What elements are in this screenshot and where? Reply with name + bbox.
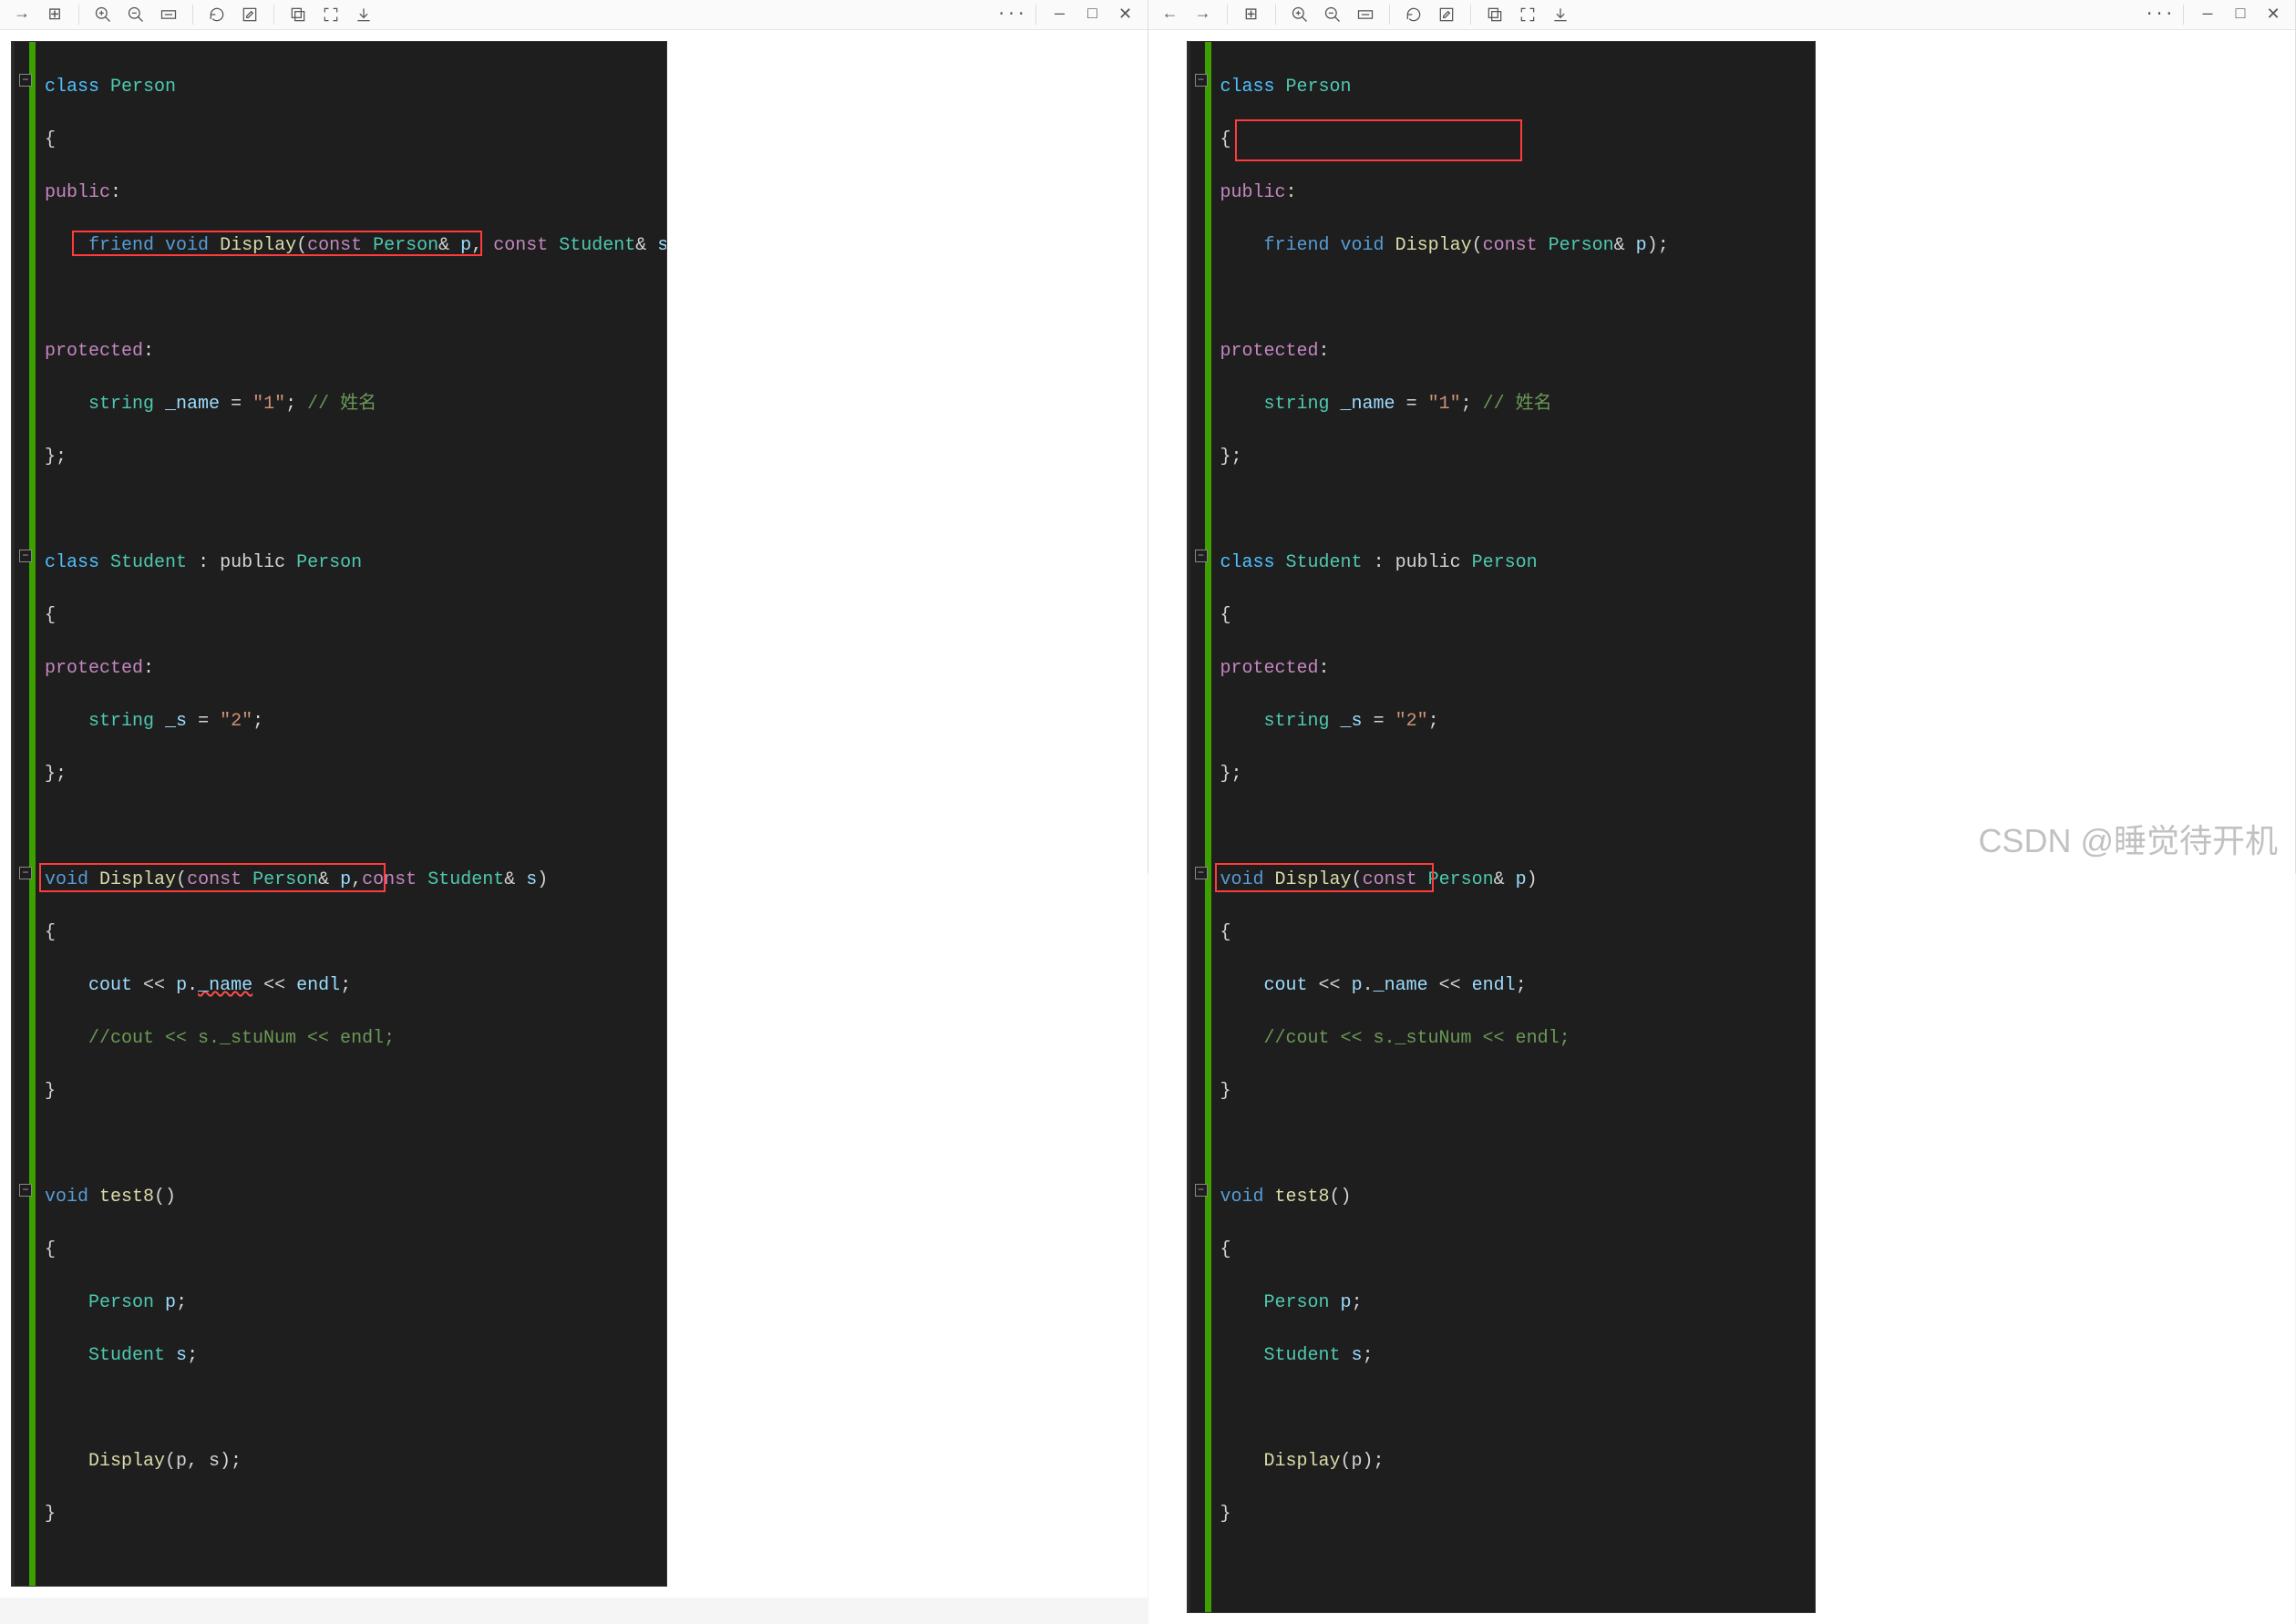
forward-icon[interactable]: →: [7, 0, 36, 29]
left-pane: → ⊞ ··· — □ ✕ −class Person { public: fr…: [0, 0, 1148, 873]
separator: [1389, 5, 1390, 25]
separator: [1275, 5, 1276, 25]
code-content-right: −class Person { public: friend void Disp…: [1211, 42, 1815, 1612]
code-editor-left[interactable]: −class Person { public: friend void Disp…: [11, 41, 667, 1587]
fullscreen-icon[interactable]: [1513, 0, 1542, 29]
friend-declaration-left: friend void Display(const Person& p, con…: [45, 232, 667, 259]
maximize-icon[interactable]: □: [1078, 0, 1107, 29]
toolbar-left: → ⊞ ··· — □ ✕: [0, 0, 1148, 30]
back-icon[interactable]: ←: [1156, 0, 1185, 29]
separator: [2183, 5, 2184, 25]
display-definition-left: −void Display(const Person& p,const Stud…: [45, 867, 667, 893]
separator: [1470, 5, 1471, 25]
editor-container-right: −class Person { public: friend void Disp…: [1148, 30, 2296, 1624]
code-editor-right[interactable]: −class Person { public: friend void Disp…: [1187, 41, 1816, 1613]
forward-icon[interactable]: →: [1189, 0, 1218, 29]
fullscreen-icon[interactable]: [316, 0, 345, 29]
more-icon[interactable]: ···: [997, 0, 1026, 29]
minimize-icon[interactable]: —: [2193, 0, 2222, 29]
separator: [78, 5, 79, 25]
friend-declaration-right: friend void Display(const Person& p);: [1220, 232, 1811, 259]
copy-icon[interactable]: [1480, 0, 1509, 29]
zoom-in-icon[interactable]: [88, 0, 118, 29]
close-icon[interactable]: ✕: [1111, 0, 1140, 29]
rotate-icon[interactable]: [1399, 0, 1428, 29]
rotate-icon[interactable]: [202, 0, 232, 29]
edit-icon[interactable]: [235, 0, 264, 29]
more-icon[interactable]: ···: [2145, 0, 2174, 29]
close-icon[interactable]: ✕: [2259, 0, 2288, 29]
maximize-icon[interactable]: □: [2226, 0, 2255, 29]
code-content-left: −class Person { public: friend void Disp…: [36, 42, 667, 1586]
display-definition-right: −void Display(const Person& p): [1220, 867, 1811, 893]
zoom-out-icon[interactable]: [121, 0, 150, 29]
separator: [1035, 5, 1036, 25]
grid-icon[interactable]: ⊞: [1237, 0, 1266, 29]
separator: [1227, 5, 1228, 25]
minimize-icon[interactable]: —: [1045, 0, 1075, 29]
copy-icon[interactable]: [283, 0, 313, 29]
download-icon[interactable]: [1546, 0, 1575, 29]
separator: [273, 5, 274, 25]
toolbar-right: ← → ⊞ ··· — □ ✕: [1148, 0, 2296, 30]
zoom-out-icon[interactable]: [1318, 0, 1347, 29]
fit-width-icon[interactable]: [1351, 0, 1380, 29]
download-icon[interactable]: [349, 0, 378, 29]
separator: [192, 5, 193, 25]
zoom-in-icon[interactable]: [1285, 0, 1314, 29]
fit-width-icon[interactable]: [154, 0, 183, 29]
editor-container-left: −class Person { public: friend void Disp…: [0, 30, 1148, 1598]
grid-icon[interactable]: ⊞: [40, 0, 69, 29]
right-pane: ← → ⊞ ··· — □ ✕ −class Person { public: …: [1148, 0, 2296, 873]
edit-icon[interactable]: [1432, 0, 1461, 29]
